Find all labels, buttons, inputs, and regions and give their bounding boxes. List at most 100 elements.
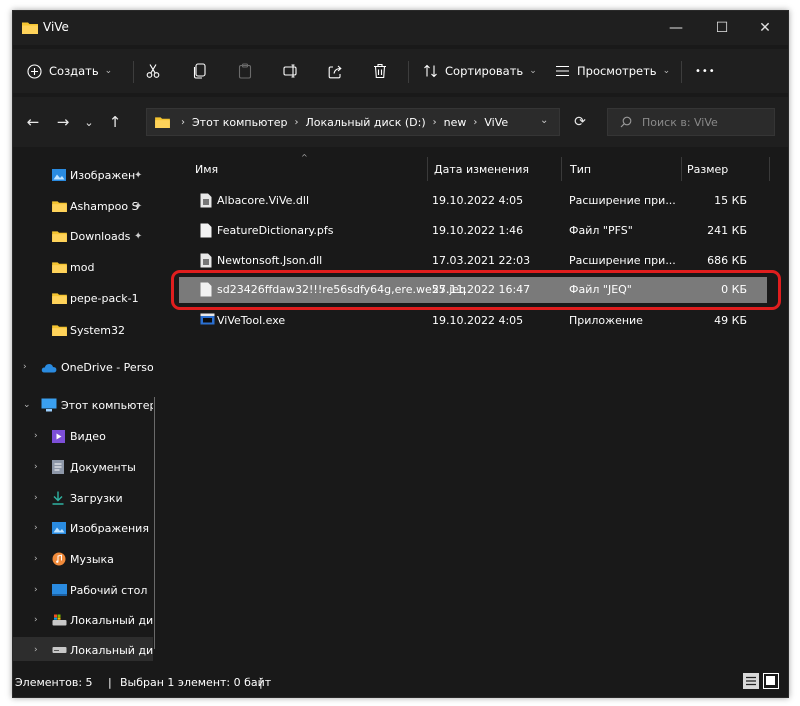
view-icon <box>556 65 569 77</box>
maximize-button[interactable]: ☐ <box>699 11 745 45</box>
sidebar-item-documents[interactable]: › Документы <box>13 454 153 480</box>
column-header-date[interactable]: Дата изменения <box>434 157 529 181</box>
breadcrumb-new[interactable]: new <box>444 116 467 129</box>
create-label: Создать <box>49 64 99 78</box>
chevron-down-icon: ⌄ <box>529 66 537 76</box>
sidebar-item-pictures[interactable]: › Изображения <box>13 515 153 541</box>
chevron-down-icon: ⌄ <box>104 66 113 76</box>
sidebar-item-local-disk-c[interactable]: › Локальный ди <box>13 607 153 633</box>
delete-button[interactable] <box>373 49 387 93</box>
rename-button[interactable] <box>283 49 300 93</box>
sidebar-item-music[interactable]: › Музыка <box>13 546 153 572</box>
address-dropdown-chevron-icon[interactable]: ⌄ <box>540 115 548 126</box>
documents-icon <box>52 460 64 474</box>
sidebar-item-ashampoo[interactable]: Ashampoo S ✦ <box>13 193 153 219</box>
column-divider[interactable] <box>769 157 770 181</box>
toolbar-divider <box>681 61 682 83</box>
back-arrow-icon[interactable]: ← <box>23 111 43 133</box>
tiles-view-button[interactable] <box>763 673 779 689</box>
breadcrumb-this-pc[interactable]: Этот компьютер <box>192 116 288 129</box>
desktop-icon <box>52 584 67 596</box>
create-button[interactable]: Создать ⌄ <box>27 49 112 93</box>
highlight-annotation <box>171 270 781 310</box>
table-row[interactable]: Albacore.ViVe.dll 19.10.2022 4:05 Расшир… <box>179 188 767 214</box>
pin-icon: ✦ <box>134 169 143 181</box>
paste-icon <box>238 63 252 79</box>
table-row[interactable]: ViVeTool.exe 19.10.2022 4:05 Приложение … <box>179 308 767 334</box>
column-divider[interactable] <box>561 157 562 181</box>
chevron-right-icon: › <box>432 116 437 128</box>
chevron-right-icon: › <box>473 116 478 128</box>
minimize-button[interactable]: — <box>653 11 699 45</box>
sidebar-item-downloads[interactable]: › Загрузки <box>13 485 153 511</box>
search-box[interactable]: Поиск в: ViVe <box>607 108 775 136</box>
sidebar-item-desktop[interactable]: › Рабочий стол <box>13 577 153 603</box>
column-header-size[interactable]: Размер <box>687 157 728 181</box>
command-bar: Создать ⌄ Сортировать ⌄ Просмотреть ⌄ ••… <box>13 49 788 93</box>
explorer-window: ViVe — ☐ ✕ Создать ⌄ Сортировать ⌄ Просм… <box>12 10 789 698</box>
sort-ascending-icon: ^ <box>301 153 308 162</box>
column-header-name[interactable]: Имя <box>195 157 218 181</box>
sidebar-item-onedrive[interactable]: › OneDrive - Perso <box>13 354 153 380</box>
chevron-right-icon[interactable]: › <box>23 362 27 372</box>
file-size: 241 КБ <box>707 224 747 237</box>
sidebar-item-system32[interactable]: System32 <box>13 317 153 343</box>
forward-arrow-icon[interactable]: → <box>53 111 73 133</box>
status-items-count: Элементов: 5 <box>15 676 93 689</box>
sidebar-scrollbar[interactable] <box>154 397 155 649</box>
up-arrow-icon[interactable]: ↑ <box>105 111 125 133</box>
refresh-icon[interactable]: ⟳ <box>566 109 594 135</box>
close-button[interactable]: ✕ <box>742 11 788 45</box>
chevron-right-icon[interactable]: › <box>34 462 38 472</box>
sidebar-item-downloads-quick[interactable]: Downloads ✦ <box>13 223 153 249</box>
pin-icon: ✦ <box>134 230 143 242</box>
chevron-right-icon[interactable]: › <box>34 493 38 503</box>
chevron-right-icon[interactable]: › <box>34 523 38 533</box>
details-view-icon <box>746 676 756 686</box>
chevron-right-icon[interactable]: › <box>34 554 38 564</box>
chevron-right-icon[interactable]: › <box>34 431 38 441</box>
onedrive-icon <box>41 363 57 372</box>
more-options-button[interactable]: ••• <box>695 49 716 93</box>
address-bar[interactable]: › Этот компьютер › Локальный диск (D:) ›… <box>146 108 560 136</box>
sidebar-item-local-disk-d[interactable]: › Локальный ди <box>13 637 153 661</box>
file-list: Имя ^ Дата изменения Тип Размер Albacore… <box>165 147 785 661</box>
recent-locations-chevron-icon[interactable]: ⌄ <box>79 111 99 133</box>
status-divider: | <box>108 676 112 689</box>
file-name: Newtonsoft.Json.dll <box>217 254 323 267</box>
view-label: Просмотреть <box>577 64 657 78</box>
breadcrumb-local-disk-d[interactable]: Локальный диск (D:) <box>306 116 426 129</box>
folder-icon <box>52 325 67 336</box>
search-placeholder: Поиск в: ViVe <box>642 115 718 129</box>
sort-button[interactable]: Сортировать ⌄ <box>423 49 537 93</box>
sidebar-item-mod[interactable]: mod <box>13 254 153 280</box>
dll-file-icon <box>200 253 212 268</box>
status-selection: Выбран 1 элемент: 0 байт <box>120 676 272 689</box>
sidebar-item-pepe-pack[interactable]: pepe-pack-1 <box>13 285 153 311</box>
downloads-icon <box>52 491 64 505</box>
breadcrumb-vive[interactable]: ViVe <box>484 116 508 129</box>
details-view-button[interactable] <box>743 673 759 689</box>
toolbar-divider <box>133 61 134 83</box>
copy-button[interactable] <box>193 49 207 93</box>
chevron-right-icon[interactable]: › <box>34 645 38 655</box>
sidebar-item-pictures-quick[interactable]: Изображен ✦ <box>13 162 153 188</box>
sidebar-item-videos[interactable]: › Видео <box>13 423 153 449</box>
share-button[interactable] <box>328 49 343 93</box>
file-type: Расширение при... <box>569 254 676 267</box>
sidebar-item-this-pc[interactable]: ⌄ Этот компьютер <box>13 392 153 418</box>
chevron-right-icon[interactable]: › <box>34 615 38 625</box>
file-size: 49 КБ <box>714 314 747 327</box>
column-divider[interactable] <box>681 157 682 181</box>
cut-button[interactable] <box>145 49 161 93</box>
chevron-right-icon[interactable]: › <box>34 585 38 595</box>
column-header-type[interactable]: Тип <box>570 157 591 181</box>
column-divider[interactable] <box>427 157 428 181</box>
search-icon <box>620 116 632 128</box>
table-row[interactable]: FeatureDictionary.pfs 19.10.2022 1:46 Фа… <box>179 218 767 244</box>
folder-icon <box>52 231 67 242</box>
chevron-down-icon[interactable]: ⌄ <box>23 400 31 410</box>
paste-button[interactable] <box>238 49 252 93</box>
file-name: ViVeTool.exe <box>217 314 286 327</box>
view-button[interactable]: Просмотреть ⌄ <box>555 49 670 93</box>
